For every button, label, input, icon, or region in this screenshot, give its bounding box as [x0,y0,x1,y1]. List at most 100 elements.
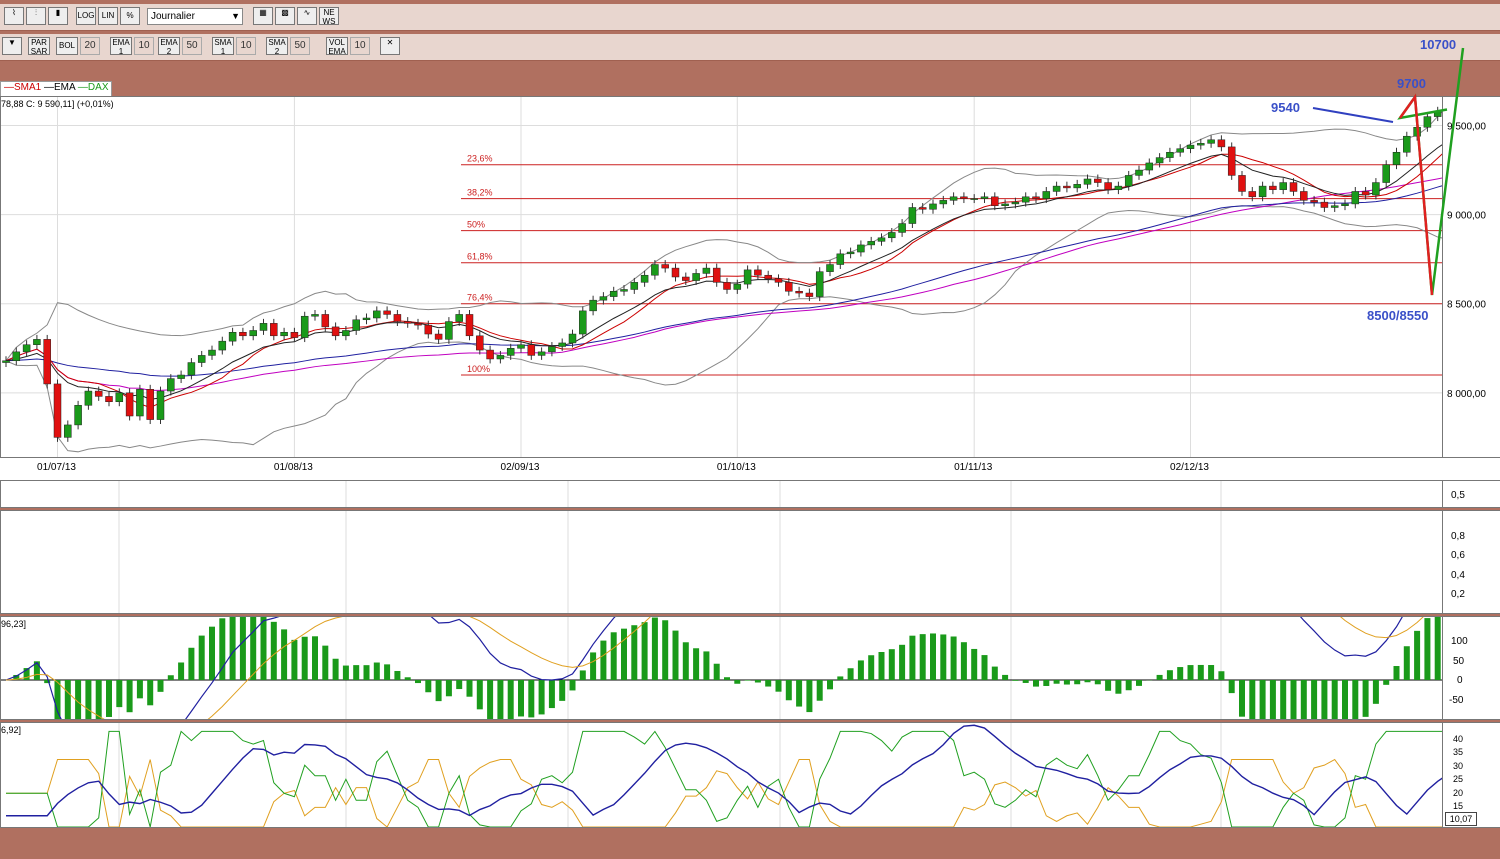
ema2-button[interactable]: EMA 2 [158,37,180,56]
candle-body [785,282,793,292]
price-tick-label: 9 000,00 [1447,211,1486,222]
price-tick-label: 9 500,00 [1447,122,1486,133]
candle-body [1382,164,1390,183]
candle-body [1155,157,1164,164]
candle-body [187,362,196,376]
candle-body [115,392,124,403]
svg-text:0: 0 [1457,675,1463,686]
candle-body [537,351,546,356]
sma1-button[interactable]: SMA 1 [212,37,234,56]
annotation-label: 9700 [1397,76,1426,91]
candle-body [74,405,82,426]
filter-icon[interactable]: ▼ [2,37,22,55]
candle-body [733,283,742,290]
macd-histogram-bar [394,670,401,680]
candle-body [1135,169,1143,176]
chart-legend: —SMA1 —EMA —DAX [0,81,113,97]
macd-histogram-bar [167,675,174,680]
macd-histogram-bar [724,677,730,680]
log-button[interactable]: LOG [76,7,96,25]
line-chart-icon[interactable]: ⌇ [4,7,24,25]
bol-button[interactable]: BOL [56,37,78,55]
sma2-period[interactable]: 50 [290,37,310,55]
macd-histogram-bar [106,680,112,717]
macd-histogram-bar [1105,680,1112,691]
news-button[interactable]: NE WS [319,7,339,26]
period-select[interactable]: Journalier ▼ [147,8,243,25]
macd-histogram-bar [466,680,473,697]
macd-histogram-bar [1125,680,1132,691]
svg-text:0,6: 0,6 [1451,550,1465,561]
macd-histogram-bar [1074,680,1081,685]
candle-body [712,267,721,283]
candle-body [465,314,474,337]
macd-histogram-bar [1383,680,1390,685]
macd-histogram-bar [1290,680,1297,738]
candle-body [651,264,659,276]
price-axis: 8 000,00 8 500,00 9 000,00 9 500,00 [1443,96,1500,458]
candle-body [661,264,669,269]
macd-histogram-bar [930,633,936,680]
vol-button[interactable]: VOL EMA [326,37,348,56]
price-tick-label: 8 500,00 [1447,300,1486,311]
macd-histogram-bar [229,610,236,680]
macd-histogram-bar [940,634,947,680]
candle-body [342,330,350,337]
candle-body [424,324,433,335]
color-icon[interactable]: ▩ [275,7,295,25]
candle-body [1094,178,1102,183]
candle-body [33,339,41,345]
candle-body [1124,175,1133,187]
indicator-panel-1[interactable] [0,480,1443,508]
candle-body [548,346,556,353]
legend-ema-swatch: — [44,82,55,93]
ema1-period[interactable]: 10 [134,37,154,55]
ema2-period[interactable]: 50 [182,37,202,55]
macd-histogram-bar [888,649,895,680]
percent-button[interactable]: % [120,7,140,25]
macd-histogram-bar [209,626,215,680]
candle-chart-icon[interactable]: ▮ [48,7,68,25]
macd-histogram-bar [1239,680,1245,717]
ema1-button[interactable]: EMA 1 [110,37,132,56]
indicator-panel-2[interactable] [0,510,1443,614]
macd-histogram-bar [981,655,988,680]
macd-histogram-bar [1280,680,1287,737]
svg-text:0,8: 0,8 [1451,531,1465,542]
vol-period[interactable]: 10 [350,37,370,55]
macd-histogram-bar [1218,671,1225,680]
adx-panel[interactable]: 6,92] [0,722,1449,828]
candle-body [1269,185,1277,190]
sma1-period[interactable]: 10 [236,37,256,55]
macd-histogram-bar [1094,680,1101,685]
candle-body [105,396,113,403]
draw-tool-icon[interactable]: ✕ [380,37,400,55]
period-value: Journalier [151,11,195,22]
candle-body [259,323,268,331]
svg-text:40: 40 [1453,734,1463,744]
macd-histogram-bar [312,636,318,680]
indicator-icon[interactable]: ∿ [297,7,317,25]
bar-chart-icon[interactable]: ⫶ [26,7,46,25]
legend-sma: SMA1 [14,82,42,93]
fib-level-label: 38,2% [467,188,493,198]
candle-body [362,317,371,321]
candle-body [1433,111,1442,117]
sma2-button[interactable]: SMA 2 [266,37,288,56]
adx-label: 6,92] [1,725,22,735]
bol-period[interactable]: 20 [80,37,100,55]
candle-body [795,291,803,294]
macd-histogram-bar [435,680,442,702]
candle-body [2,360,10,363]
macd-histogram-bar [1084,680,1091,683]
macd-histogram-bar [1012,680,1019,681]
chart-settings-icon[interactable]: ▦ [253,7,273,25]
candle-body [1238,175,1246,192]
candle-body [1248,191,1257,198]
lin-button[interactable]: LIN [98,7,118,25]
macd-panel[interactable]: 96,23] [0,508,1451,755]
price-panel[interactable]: 23,6% 38,2% 50% 61,8% 76,4% 100% 78,88 C: 9 5… [0,96,1443,458]
parsar-button[interactable]: PAR SAR [28,37,50,56]
candle-body [682,276,690,281]
macd-histogram-bar [991,666,998,680]
